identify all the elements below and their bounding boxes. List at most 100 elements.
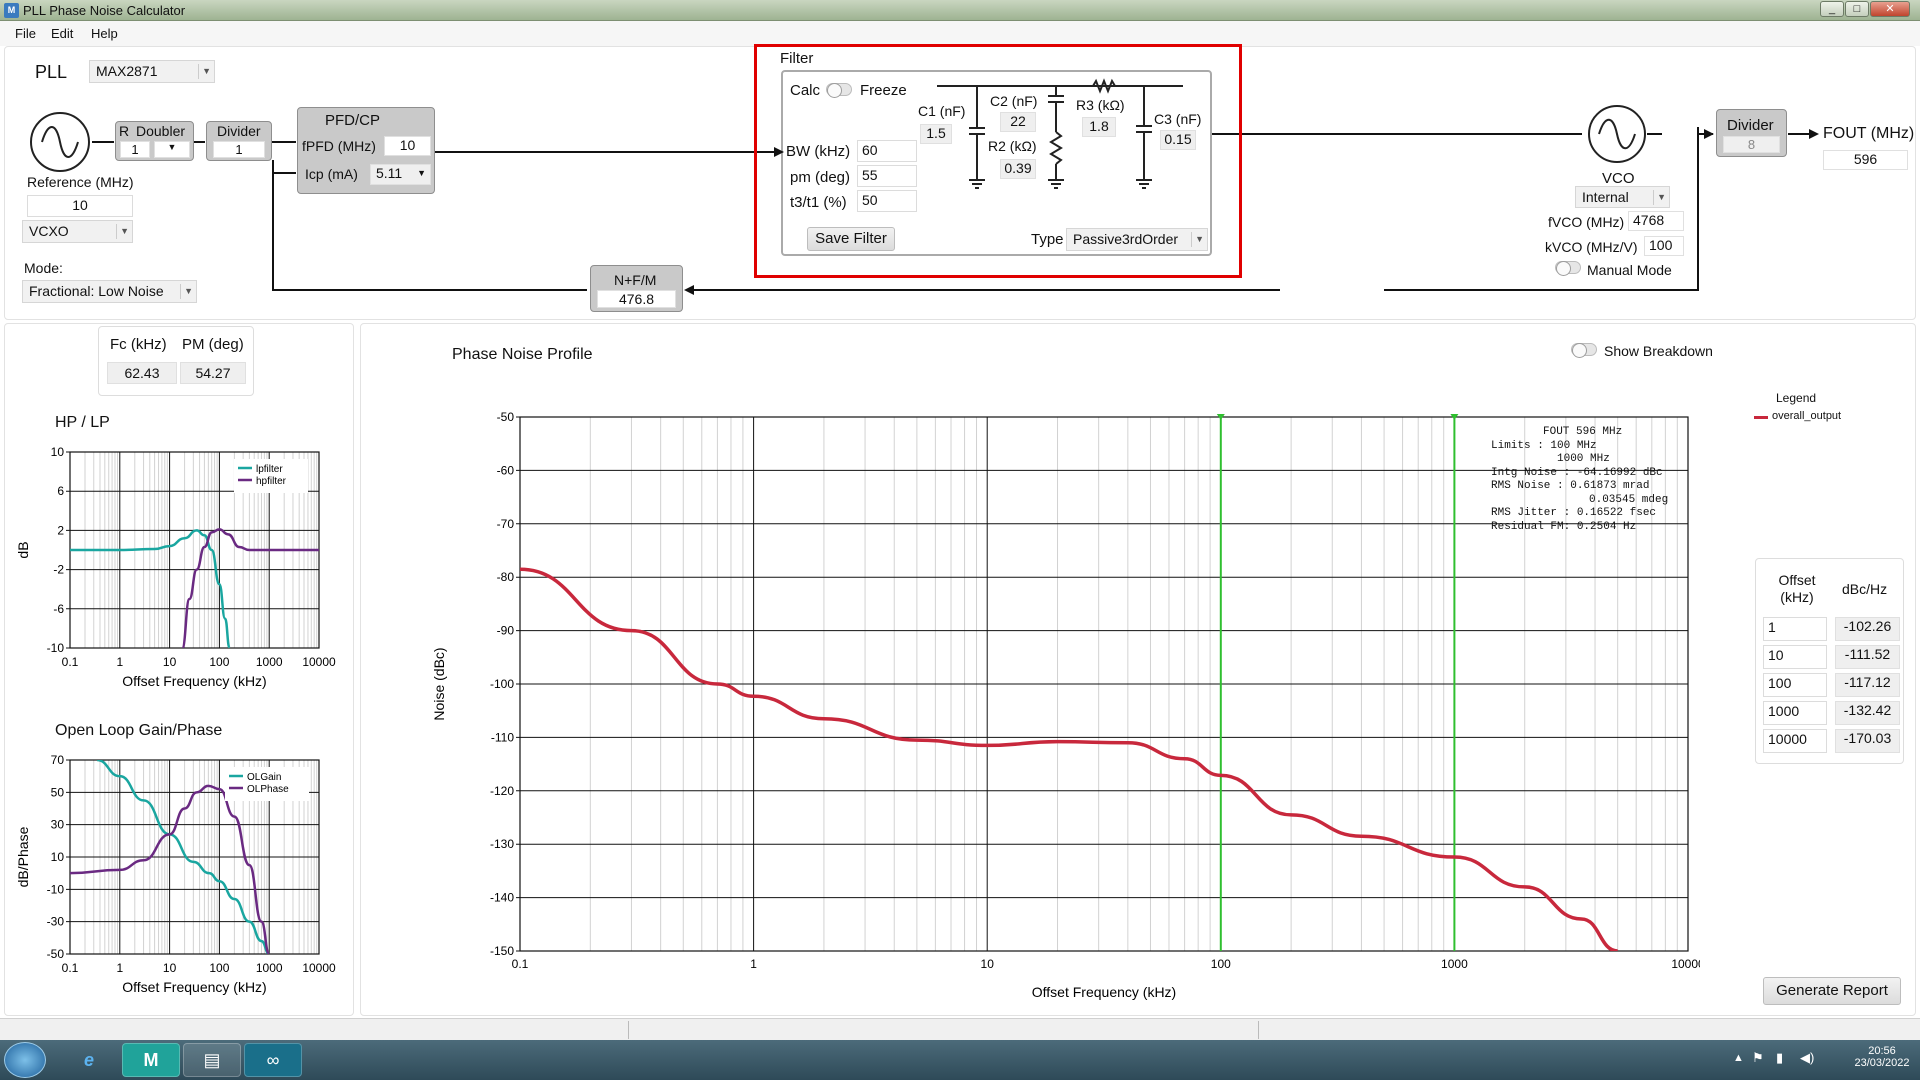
fout-value: 596 (1823, 150, 1908, 170)
x-axis-label: Offset Frequency (kHz) (1032, 984, 1176, 1000)
arduino-icon[interactable]: ∞ (244, 1043, 302, 1077)
reference-label: Reference (MHz) (27, 174, 134, 190)
filter-type-select[interactable]: Passive3rdOrder ▼ (1066, 228, 1208, 251)
internet-explorer-icon[interactable]: e (60, 1043, 118, 1077)
menu-help[interactable]: Help (91, 26, 118, 41)
offset-input-2[interactable]: 10 (1763, 645, 1827, 669)
dbc-column-header: dBc/Hz (1842, 581, 1888, 597)
wire (435, 151, 784, 153)
offset-input-1[interactable]: 1 (1763, 617, 1827, 641)
x-tick-label: 10000 (302, 655, 336, 669)
x-tick-label: 10000 (302, 961, 336, 975)
pll-part-value: MAX2871 (96, 63, 158, 79)
x-tick-label: 0.1 (512, 957, 529, 971)
window-title: PLL Phase Noise Calculator (23, 3, 186, 18)
reference-frequency-input[interactable]: 10 (27, 195, 133, 217)
info-line: RMS Noise : 0.61873 mrad (1491, 480, 1650, 492)
dbc-value-4: -132.42 (1835, 701, 1900, 725)
y-tick-label: 50 (51, 785, 65, 799)
r-doubler-block: R Doubler 1 ▼ (115, 121, 194, 161)
minimize-button[interactable]: _ (1820, 1, 1844, 17)
nfm-value: 476.8 (597, 290, 676, 308)
y-tick-label: 10 (51, 850, 65, 864)
x-tick-label: 1 (750, 957, 757, 971)
bw-input[interactable]: 60 (857, 140, 917, 162)
generate-report-button[interactable]: Generate Report (1763, 977, 1901, 1005)
status-divider (1258, 1021, 1259, 1039)
oscillator-type-select[interactable]: VCXO ▼ (22, 220, 133, 243)
x-tick-label: 100 (209, 655, 229, 669)
kvco-label: kVCO (MHz/V) (1545, 239, 1638, 255)
freeze-label: Freeze (860, 82, 907, 99)
phase-noise-title: Phase Noise Profile (452, 346, 593, 363)
pfd-cp-block: PFD/CP fPFD (MHz) 10 Icp (mA) 5.11 ▼ (297, 107, 435, 194)
dbc-value-2: -111.52 (1835, 645, 1900, 669)
pll-part-select[interactable]: MAX2871 ▼ (89, 60, 215, 83)
icp-select[interactable]: 5.11 ▼ (370, 164, 431, 185)
offset-column-header: Offset (kHz) (1778, 572, 1816, 605)
hp-lp-title: HP / LP (55, 414, 110, 431)
doubler-select[interactable]: ▼ (154, 141, 190, 158)
x-tick-label: 1 (116, 961, 123, 975)
y-tick-label: -150 (490, 944, 514, 958)
icp-value: 5.11 (376, 165, 403, 181)
y-tick-label: -110 (491, 730, 514, 744)
menu-edit[interactable]: Edit (51, 26, 73, 41)
mode-select[interactable]: Fractional: Low Noise ▼ (22, 280, 197, 303)
volume-icon[interactable]: ◀) (1800, 1050, 1814, 1066)
c1-value: 1.5 (920, 124, 952, 144)
file-explorer-icon[interactable]: ▤ (183, 1043, 241, 1077)
wire (272, 172, 296, 174)
clock[interactable]: 20:56 23/03/2022 (1850, 1045, 1914, 1069)
pm-result-label: PM (deg) (182, 336, 244, 353)
wire (272, 160, 274, 291)
r-value-input[interactable]: 1 (120, 141, 150, 158)
maxim-app-icon[interactable]: M (122, 1043, 180, 1077)
wire (92, 141, 114, 143)
action-center-icon[interactable]: ⚑ (1752, 1050, 1764, 1066)
fc-label: Fc (kHz) (110, 336, 167, 353)
offset-input-3[interactable]: 100 (1763, 673, 1827, 697)
manual-mode-toggle[interactable] (1555, 261, 1581, 276)
reference-divider-input[interactable]: 1 (213, 141, 265, 158)
c3-label: C3 (nF) (1154, 111, 1202, 127)
t3t1-input[interactable]: 50 (857, 190, 917, 212)
y-tick-label: 10 (51, 445, 65, 459)
maximize-button[interactable]: □ (1845, 1, 1869, 17)
offset-input-5[interactable]: 10000 (1763, 729, 1827, 753)
offset-input-4[interactable]: 1000 (1763, 701, 1827, 725)
x-tick-label: 100 (209, 961, 229, 975)
fout-label: FOUT (MHz) (1823, 125, 1915, 142)
c2-label: C2 (nF) (990, 93, 1038, 109)
network-icon[interactable]: ▮ (1776, 1050, 1783, 1066)
oscillator-type-value: VCXO (29, 223, 69, 239)
arrow-right-icon (774, 147, 784, 157)
pm-input[interactable]: 55 (857, 165, 917, 187)
show-breakdown-label: Show Breakdown (1604, 343, 1713, 359)
wire (1647, 133, 1662, 135)
r2-label: R2 (kΩ) (988, 138, 1037, 154)
legend-swatch (1754, 416, 1768, 419)
menu-file[interactable]: File (15, 26, 36, 41)
y-tick-label: -120 (490, 784, 514, 798)
y-tick-label: 70 (51, 753, 65, 767)
y-axis-label: Noise (dBc) (431, 647, 447, 720)
wire (1212, 133, 1582, 135)
r3-value: 1.8 (1082, 117, 1116, 137)
tray-arrow-icon[interactable]: ▲ (1733, 1052, 1744, 1064)
calc-freeze-toggle[interactable] (826, 83, 852, 98)
legend-title: Legend (1776, 391, 1817, 405)
mode-value: Fractional: Low Noise (29, 283, 164, 299)
info-line: 1000 MHz (1557, 453, 1610, 465)
vco-source-select[interactable]: Internal ▼ (1575, 186, 1670, 208)
reference-divider-block: Divider 1 (206, 121, 272, 161)
reference-oscillator-icon (30, 112, 90, 172)
close-button[interactable]: ✕ (1870, 1, 1910, 17)
wire (1697, 127, 1699, 291)
info-line: Residual FM: 0.2504 Hz (1491, 520, 1637, 533)
save-filter-button[interactable]: Save Filter (807, 227, 895, 251)
filter-title: Filter (780, 50, 814, 67)
show-breakdown-toggle[interactable] (1571, 343, 1597, 358)
y-tick-label: -10 (47, 882, 65, 896)
start-orb-icon[interactable] (4, 1042, 46, 1078)
